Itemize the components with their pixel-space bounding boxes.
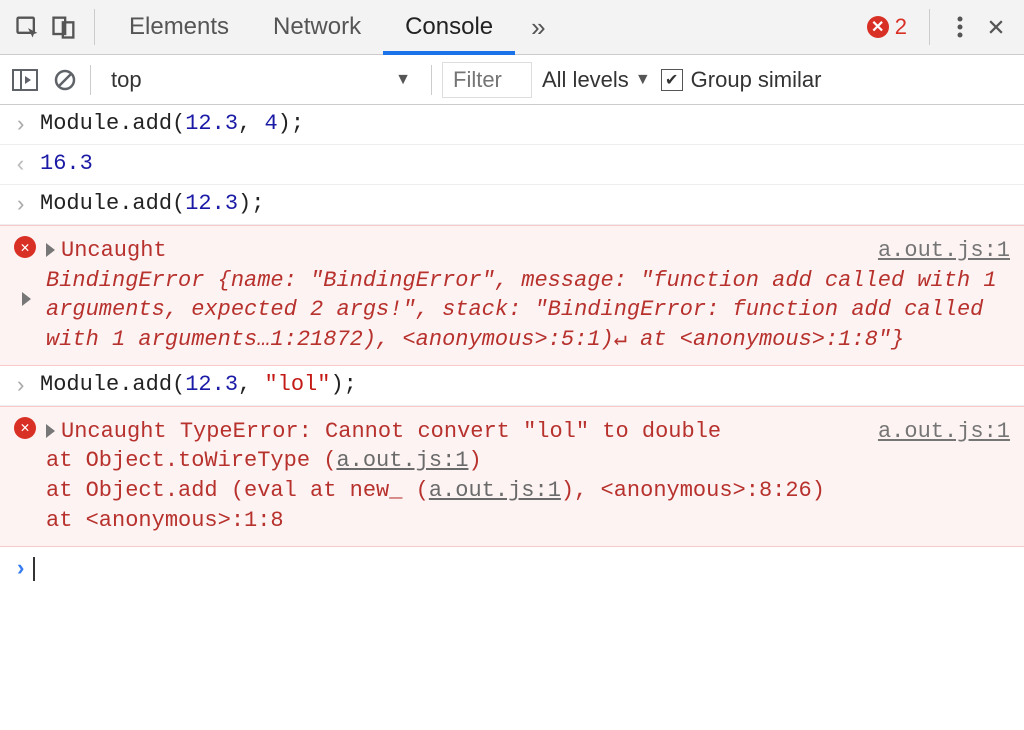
expand-icon[interactable] — [22, 292, 31, 306]
console-toolbar: top ▼ All levels ▼ ✔ Group similar — [0, 55, 1024, 105]
error-count-value: 2 — [895, 14, 907, 40]
error-source-link[interactable]: a.out.js:1 — [878, 417, 1010, 447]
expand-icon[interactable] — [46, 424, 55, 438]
divider — [94, 9, 95, 45]
console-input-row: › Module.add(12.3); — [0, 185, 1024, 225]
close-icon[interactable] — [978, 9, 1014, 45]
filter-input[interactable] — [442, 62, 532, 98]
console-input-row: › Module.add(12.3, 4); — [0, 105, 1024, 145]
input-chevron-icon: › — [14, 111, 40, 138]
console-input-text: Module.add(12.3, "lol"); — [40, 372, 1010, 397]
expand-icon[interactable] — [46, 243, 55, 257]
stack-link[interactable]: a.out.js:1 — [336, 448, 468, 473]
cursor — [33, 557, 35, 581]
stack-link[interactable]: a.out.js:1 — [429, 478, 561, 503]
tab-elements[interactable]: Elements — [107, 0, 251, 54]
error-source-link[interactable]: a.out.js:1 — [878, 236, 1010, 266]
error-icon: ✕ — [14, 236, 36, 258]
checkbox-icon: ✔ — [661, 69, 683, 91]
context-selector[interactable]: top ▼ — [101, 67, 421, 93]
group-similar-checkbox[interactable]: ✔ Group similar — [661, 67, 822, 93]
console-input-text: Module.add(12.3, 4); — [40, 111, 1010, 136]
log-level-label: All levels — [542, 67, 629, 93]
log-level-selector[interactable]: All levels ▼ — [542, 67, 651, 93]
error-icon: ✕ — [14, 417, 36, 439]
menu-icon[interactable] — [942, 9, 978, 45]
input-chevron-icon: › — [14, 372, 40, 399]
console-result-value: 16.3 — [40, 151, 1010, 176]
console-output: › Module.add(12.3, 4); ‹ 16.3 › Module.a… — [0, 105, 1024, 592]
input-chevron-icon: › — [14, 191, 40, 218]
error-head: Uncaught TypeError: Cannot convert "lol"… — [61, 419, 721, 444]
sidebar-toggle-icon[interactable] — [10, 65, 40, 95]
stack-line: at Object.add (eval at new_ (a.out.js:1)… — [46, 478, 825, 503]
tab-network[interactable]: Network — [251, 0, 383, 54]
console-input-row: › Module.add(12.3, "lol"); — [0, 366, 1024, 406]
error-object: BindingError {name: "BindingError", mess… — [46, 268, 997, 352]
devtools-toolbar: Elements Network Console » ✕ 2 — [0, 0, 1024, 55]
more-tabs-icon[interactable]: » — [515, 12, 561, 43]
clear-console-icon[interactable] — [50, 65, 80, 95]
console-prompt[interactable]: › — [0, 547, 1024, 592]
output-chevron-icon: ‹ — [14, 151, 40, 178]
error-icon: ✕ — [867, 16, 889, 38]
divider — [90, 65, 91, 95]
console-result-row: ‹ 16.3 — [0, 145, 1024, 185]
stack-line: at Object.toWireType (a.out.js:1) — [46, 448, 482, 473]
context-value: top — [111, 67, 142, 93]
error-body: a.out.js:1 Uncaught TypeError: Cannot co… — [36, 417, 1010, 536]
tab-strip: Elements Network Console » — [107, 0, 867, 54]
inspect-icon[interactable] — [10, 9, 46, 45]
console-error-row: ✕ a.out.js:1 Uncaught BindingError {name… — [0, 225, 1024, 366]
error-body: a.out.js:1 Uncaught BindingError {name: … — [36, 236, 1010, 355]
console-error-row: ✕ a.out.js:1 Uncaught TypeError: Cannot … — [0, 406, 1024, 547]
stack-line: at <anonymous>:1:8 — [46, 508, 284, 533]
group-similar-label: Group similar — [691, 67, 822, 93]
device-toggle-icon[interactable] — [46, 9, 82, 45]
error-head: Uncaught — [61, 238, 167, 263]
chevron-down-icon: ▼ — [635, 71, 651, 89]
console-input-text: Module.add(12.3); — [40, 191, 1010, 216]
tab-console[interactable]: Console — [383, 1, 515, 55]
divider — [929, 9, 930, 45]
chevron-down-icon: ▼ — [395, 71, 411, 89]
error-count[interactable]: ✕ 2 — [867, 14, 907, 40]
divider — [431, 65, 432, 95]
input-chevron-icon: › — [14, 557, 27, 582]
